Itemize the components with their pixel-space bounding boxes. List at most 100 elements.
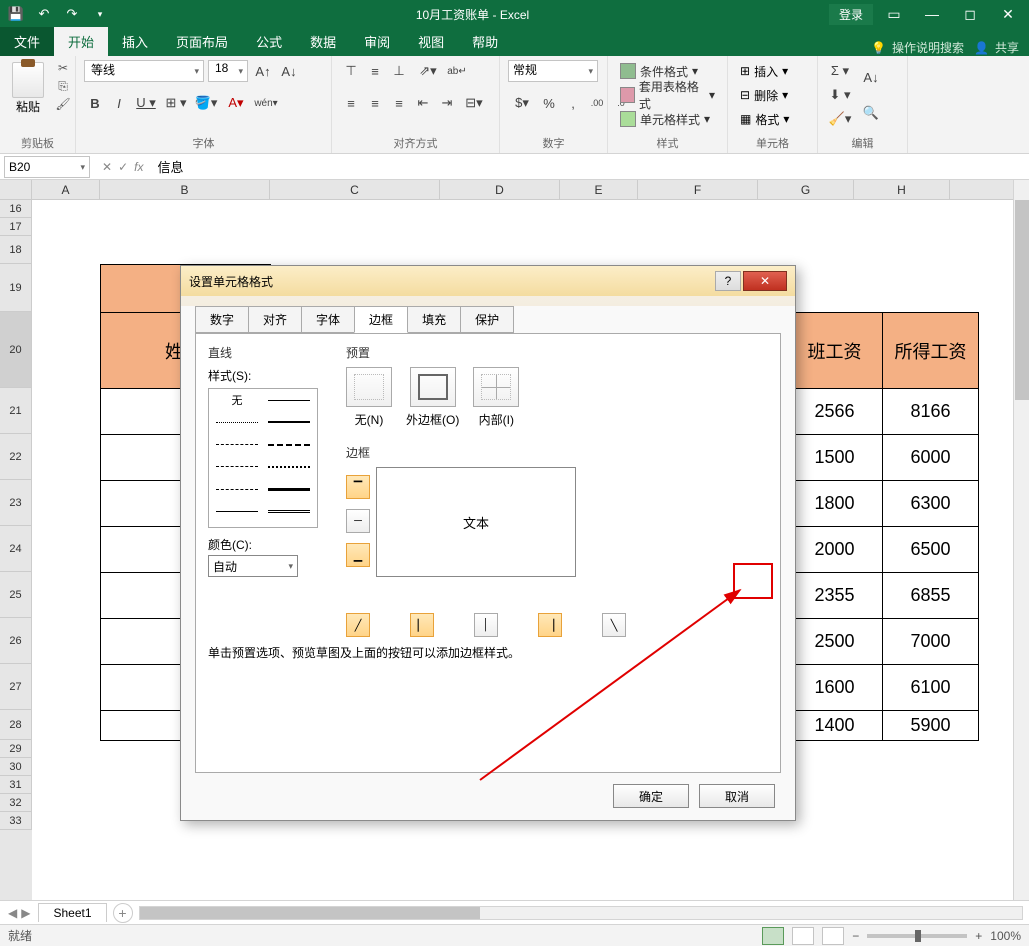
cell[interactable]: 1600 xyxy=(787,665,883,711)
row-header[interactable]: 25 xyxy=(0,572,32,618)
phonetic-button[interactable]: wén▾ xyxy=(252,92,280,114)
cell-style-button[interactable]: 单元格样式 ▾ xyxy=(616,108,714,130)
zoom-out-icon[interactable]: − xyxy=(852,929,859,943)
row-header[interactable]: 16 xyxy=(0,200,32,218)
cell[interactable]: 1800 xyxy=(787,481,883,527)
cell[interactable]: 6000 xyxy=(883,435,979,481)
tell-me-search[interactable]: 💡 操作说明搜索 xyxy=(871,39,964,56)
dialog-help-button[interactable]: ? xyxy=(715,271,741,291)
vertical-scrollbar[interactable] xyxy=(1013,180,1029,900)
normal-view-icon[interactable] xyxy=(762,927,784,945)
horizontal-scrollbar[interactable] xyxy=(139,906,1023,920)
qat-dropdown-icon[interactable]: ▾ xyxy=(90,4,110,24)
line-style-opt[interactable] xyxy=(213,505,261,519)
insert-cells-button[interactable]: ⊞ 插入 ▾ xyxy=(736,60,792,82)
preset-outline-button[interactable]: 外边框(O) xyxy=(406,367,459,428)
row-header[interactable]: 17 xyxy=(0,218,32,236)
cell[interactable]: 6500 xyxy=(883,527,979,573)
row-header[interactable]: 23 xyxy=(0,480,32,526)
autosum-icon[interactable]: Σ ▾ xyxy=(826,60,854,82)
align-center-icon[interactable]: ≡ xyxy=(364,92,386,114)
tab-file[interactable]: 文件 xyxy=(0,27,54,56)
increase-decimal-icon[interactable]: .00 xyxy=(586,92,608,114)
row-header[interactable]: 18 xyxy=(0,236,32,264)
sheet-nav-next-icon[interactable]: ▶ xyxy=(21,906,30,920)
border-middle-toggle[interactable]: ─ xyxy=(346,509,370,533)
select-all-corner[interactable] xyxy=(0,180,32,199)
copy-icon[interactable]: ⎘ xyxy=(54,78,72,94)
cell[interactable]: 1400 xyxy=(787,711,883,741)
row-header[interactable]: 27 xyxy=(0,664,32,710)
redo-icon[interactable]: ↷ xyxy=(62,4,82,24)
fx-icon[interactable]: fx xyxy=(134,160,143,174)
zoom-in-icon[interactable]: + xyxy=(975,929,982,943)
increase-font-icon[interactable]: A↑ xyxy=(252,60,274,82)
cell[interactable]: 6100 xyxy=(883,665,979,711)
wrap-text-icon[interactable]: ab↵ xyxy=(446,60,468,82)
dialog-close-button[interactable]: ✕ xyxy=(743,271,787,291)
dialog-tab-align[interactable]: 对齐 xyxy=(248,306,302,333)
dialog-tab-font[interactable]: 字体 xyxy=(301,306,355,333)
dialog-titlebar[interactable]: 设置单元格格式 ? ✕ xyxy=(181,266,795,296)
line-style-none[interactable]: 无 xyxy=(213,393,261,407)
paste-button[interactable]: 粘贴 xyxy=(8,60,48,117)
cancel-formula-icon[interactable]: ✕ xyxy=(102,160,112,174)
line-style-opt[interactable] xyxy=(265,460,313,474)
row-header[interactable]: 21 xyxy=(0,388,32,434)
close-icon[interactable]: ✕ xyxy=(991,2,1025,26)
enter-formula-icon[interactable]: ✓ xyxy=(118,160,128,174)
line-style-opt[interactable] xyxy=(265,482,313,496)
line-style-picker[interactable]: 无 xyxy=(208,388,318,528)
tab-formula[interactable]: 公式 xyxy=(242,27,296,56)
dialog-tab-fill[interactable]: 填充 xyxy=(407,306,461,333)
page-break-view-icon[interactable] xyxy=(822,927,844,945)
row-header[interactable]: 22 xyxy=(0,434,32,480)
line-style-opt[interactable] xyxy=(213,482,261,496)
name-box[interactable]: B20▾ xyxy=(4,156,90,178)
cell[interactable]: 2355 xyxy=(787,573,883,619)
cell[interactable]: 2500 xyxy=(787,619,883,665)
format-cells-button[interactable]: ▦ 格式 ▾ xyxy=(736,108,793,130)
font-name-select[interactable]: 等线▾ xyxy=(84,60,204,82)
column-header[interactable]: A xyxy=(32,180,100,199)
row-header[interactable]: 26 xyxy=(0,618,32,664)
border-diag-down-toggle[interactable]: ╲ xyxy=(602,613,626,637)
cell[interactable]: 6855 xyxy=(883,573,979,619)
column-header[interactable]: D xyxy=(440,180,560,199)
number-format-select[interactable]: 常规▾ xyxy=(508,60,598,82)
decrease-indent-icon[interactable]: ⇤ xyxy=(412,92,434,114)
page-layout-view-icon[interactable] xyxy=(792,927,814,945)
row-header[interactable]: 29 xyxy=(0,740,32,758)
comma-icon[interactable]: , xyxy=(562,92,584,114)
row-header[interactable]: 32 xyxy=(0,794,32,812)
font-size-select[interactable]: 18▾ xyxy=(208,60,248,82)
row-header[interactable]: 20 xyxy=(0,312,32,388)
border-diag-up-toggle[interactable]: ╱ xyxy=(346,613,370,637)
cell[interactable]: 2000 xyxy=(787,527,883,573)
line-style-opt[interactable] xyxy=(265,415,313,429)
align-middle-icon[interactable]: ≡ xyxy=(364,60,386,82)
row-header[interactable]: 19 xyxy=(0,264,32,312)
cell[interactable]: 6300 xyxy=(883,481,979,527)
row-header[interactable]: 33 xyxy=(0,812,32,830)
sheet-tab[interactable]: Sheet1 xyxy=(38,903,106,922)
row-header[interactable]: 24 xyxy=(0,526,32,572)
zoom-thumb[interactable] xyxy=(915,930,921,942)
sheet-nav-prev-icon[interactable]: ◀ xyxy=(8,906,17,920)
save-icon[interactable]: 💾 xyxy=(6,4,26,24)
row-header[interactable]: 31 xyxy=(0,776,32,794)
tab-home[interactable]: 开始 xyxy=(54,27,108,56)
row-header[interactable]: 30 xyxy=(0,758,32,776)
undo-icon[interactable]: ↶ xyxy=(34,4,54,24)
line-style-opt[interactable] xyxy=(213,438,261,452)
preset-none-button[interactable]: 无(N) xyxy=(346,367,392,428)
preset-inside-button[interactable]: 内部(I) xyxy=(473,367,519,428)
decrease-font-icon[interactable]: A↓ xyxy=(278,60,300,82)
align-bottom-icon[interactable]: ⊥ xyxy=(388,60,410,82)
login-button[interactable]: 登录 xyxy=(829,4,873,25)
align-top-icon[interactable]: ⊤ xyxy=(340,60,362,82)
column-header[interactable]: F xyxy=(638,180,758,199)
border-vcenter-toggle[interactable]: │ xyxy=(474,613,498,637)
column-header[interactable]: B xyxy=(100,180,270,199)
line-style-opt[interactable] xyxy=(265,393,313,407)
